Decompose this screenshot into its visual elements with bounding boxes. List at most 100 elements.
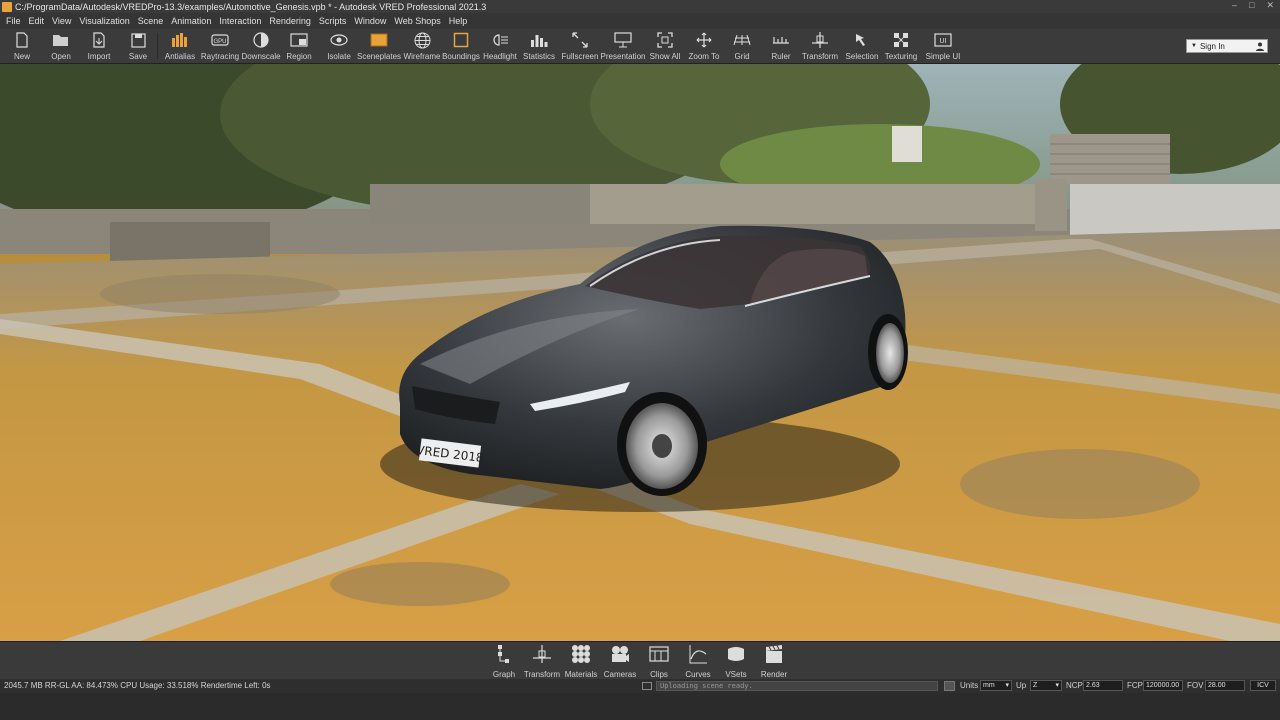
ncp-label: NCP (1066, 681, 1083, 690)
headlight-icon (491, 31, 509, 49)
menu-scripts[interactable]: Scripts (315, 16, 351, 26)
downscale-button[interactable]: Downscale (241, 30, 281, 63)
import-icon (90, 31, 108, 49)
wireframe-icon (413, 31, 431, 49)
selection-button[interactable]: Selection (843, 30, 881, 63)
fov-input[interactable]: 28.00 (1205, 680, 1245, 691)
wireframe-button[interactable]: Wireframe (403, 30, 441, 63)
headlight-button[interactable]: Headlight (482, 30, 518, 63)
fullscreen-icon (571, 31, 589, 49)
isolate-icon (330, 31, 348, 49)
message-icon[interactable] (642, 682, 652, 690)
region-icon (290, 31, 308, 49)
vsets-label: VSets (725, 670, 747, 679)
up-axis-label: Up (1016, 681, 1027, 690)
clips-icon (649, 644, 669, 664)
scene-render: VRED 2018 (0, 64, 1280, 641)
boundings-button[interactable]: Boundings (442, 30, 480, 63)
transform-module-button[interactable]: Transform (524, 644, 560, 679)
clips-module-button[interactable]: Clips (641, 644, 677, 679)
curves-module-button[interactable]: Curves (680, 644, 716, 679)
fullscreen-button[interactable]: Fullscreen (561, 30, 599, 63)
grid-button[interactable]: Grid (727, 30, 757, 63)
chevron-down-icon: ▾ (1005, 682, 1009, 689)
materials-module-button[interactable]: Materials (563, 644, 599, 679)
new-button[interactable]: New (8, 30, 36, 63)
cameras-module-button[interactable]: Cameras (602, 644, 638, 679)
raytracing-label: Raytracing (200, 52, 240, 61)
region-button[interactable]: Region (284, 30, 314, 63)
render-module-button[interactable]: Render (756, 644, 792, 679)
presentation-icon (614, 31, 632, 49)
svg-text:GPU: GPU (213, 39, 226, 45)
import-button[interactable]: Import (85, 30, 113, 63)
menu-window[interactable]: Window (350, 16, 390, 26)
minimize-button[interactable]: – (1232, 0, 1237, 11)
vsets-module-button[interactable]: VSets (718, 644, 754, 679)
close-button[interactable]: ✕ (1266, 0, 1274, 11)
antialias-label: Antialias (164, 52, 196, 61)
ncp-input[interactable]: 2.63 (1083, 680, 1123, 691)
menu-web-shops[interactable]: Web Shops (390, 16, 444, 26)
maximize-button[interactable]: □ (1249, 0, 1254, 11)
save-label: Save (128, 52, 148, 61)
menu-rendering[interactable]: Rendering (265, 16, 315, 26)
clips-label: Clips (650, 670, 668, 679)
sceneplates-button[interactable]: Sceneplates (356, 30, 402, 63)
antialias-button[interactable]: Antialias (163, 30, 197, 63)
transform-button[interactable]: Transform (801, 30, 839, 63)
up-axis-select[interactable]: Z ▾ (1030, 680, 1062, 691)
statistics-button[interactable]: Statistics (521, 30, 557, 63)
cameras-label: Cameras (603, 670, 637, 679)
show-all-button[interactable]: Show All (648, 30, 682, 63)
sign-in-button[interactable]: ▼ Sign In (1186, 39, 1268, 53)
folder-open-icon (52, 31, 70, 49)
toolbar-separator (157, 33, 158, 59)
raytracing-button[interactable]: GPU Raytracing (201, 30, 239, 63)
status-bar: 2045.7 MB RR-GL AA: 84.473% CPU Usage: 3… (0, 679, 1280, 693)
fcp-label: FCP (1127, 681, 1143, 690)
units-label: Units (960, 681, 979, 690)
downscale-label: Downscale (241, 52, 281, 61)
zoom-to-button[interactable]: Zoom To (687, 30, 721, 63)
fcp-input[interactable]: 120000.00 (1143, 680, 1183, 691)
chevron-down-icon: ▾ (1055, 682, 1059, 689)
menu-help[interactable]: Help (445, 16, 472, 26)
presentation-button[interactable]: Presentation (601, 30, 645, 63)
grid-icon (733, 31, 751, 49)
sceneplates-label: Sceneplates (356, 52, 402, 61)
menu-visualization[interactable]: Visualization (75, 16, 133, 26)
menu-interaction[interactable]: Interaction (215, 16, 265, 26)
save-button[interactable]: Save (124, 30, 152, 63)
downscale-icon (252, 31, 270, 49)
module-bar: Graph Transform Materials Cameras Clips … (0, 641, 1280, 679)
isolate-button[interactable]: Isolate (324, 30, 354, 63)
menu-file[interactable]: File (2, 16, 25, 26)
icv-button[interactable]: ICV (1250, 680, 1276, 691)
render-viewport[interactable]: VRED 2018 (0, 64, 1280, 641)
fullscreen-label: Fullscreen (561, 52, 599, 61)
antialias-icon (171, 31, 189, 49)
save-icon (129, 31, 147, 49)
grid-label: Grid (734, 52, 750, 61)
units-toggle-checkbox[interactable] (944, 681, 955, 691)
texturing-label: Texturing (884, 52, 918, 61)
open-button[interactable]: Open (47, 30, 75, 63)
menu-view[interactable]: View (48, 16, 75, 26)
menu-scene[interactable]: Scene (134, 16, 168, 26)
ruler-button[interactable]: Ruler (766, 30, 796, 63)
graph-module-button[interactable]: Graph (486, 644, 522, 679)
texturing-button[interactable]: Texturing (882, 30, 920, 63)
ruler-label: Ruler (771, 52, 791, 61)
transform-label: Transform (801, 52, 839, 61)
render-icon (764, 644, 784, 664)
wireframe-label: Wireframe (403, 52, 441, 61)
render-label: Render (760, 670, 788, 679)
render-status-info: 2045.7 MB RR-GL AA: 84.473% CPU Usage: 3… (4, 681, 271, 690)
menu-edit[interactable]: Edit (25, 16, 49, 26)
units-select[interactable]: mm ▾ (980, 680, 1012, 691)
menu-animation[interactable]: Animation (167, 16, 215, 26)
transform-module-icon (532, 644, 552, 664)
simple-ui-button[interactable]: UI Simple UI (924, 30, 962, 63)
bottom-dock-area (0, 693, 1280, 720)
